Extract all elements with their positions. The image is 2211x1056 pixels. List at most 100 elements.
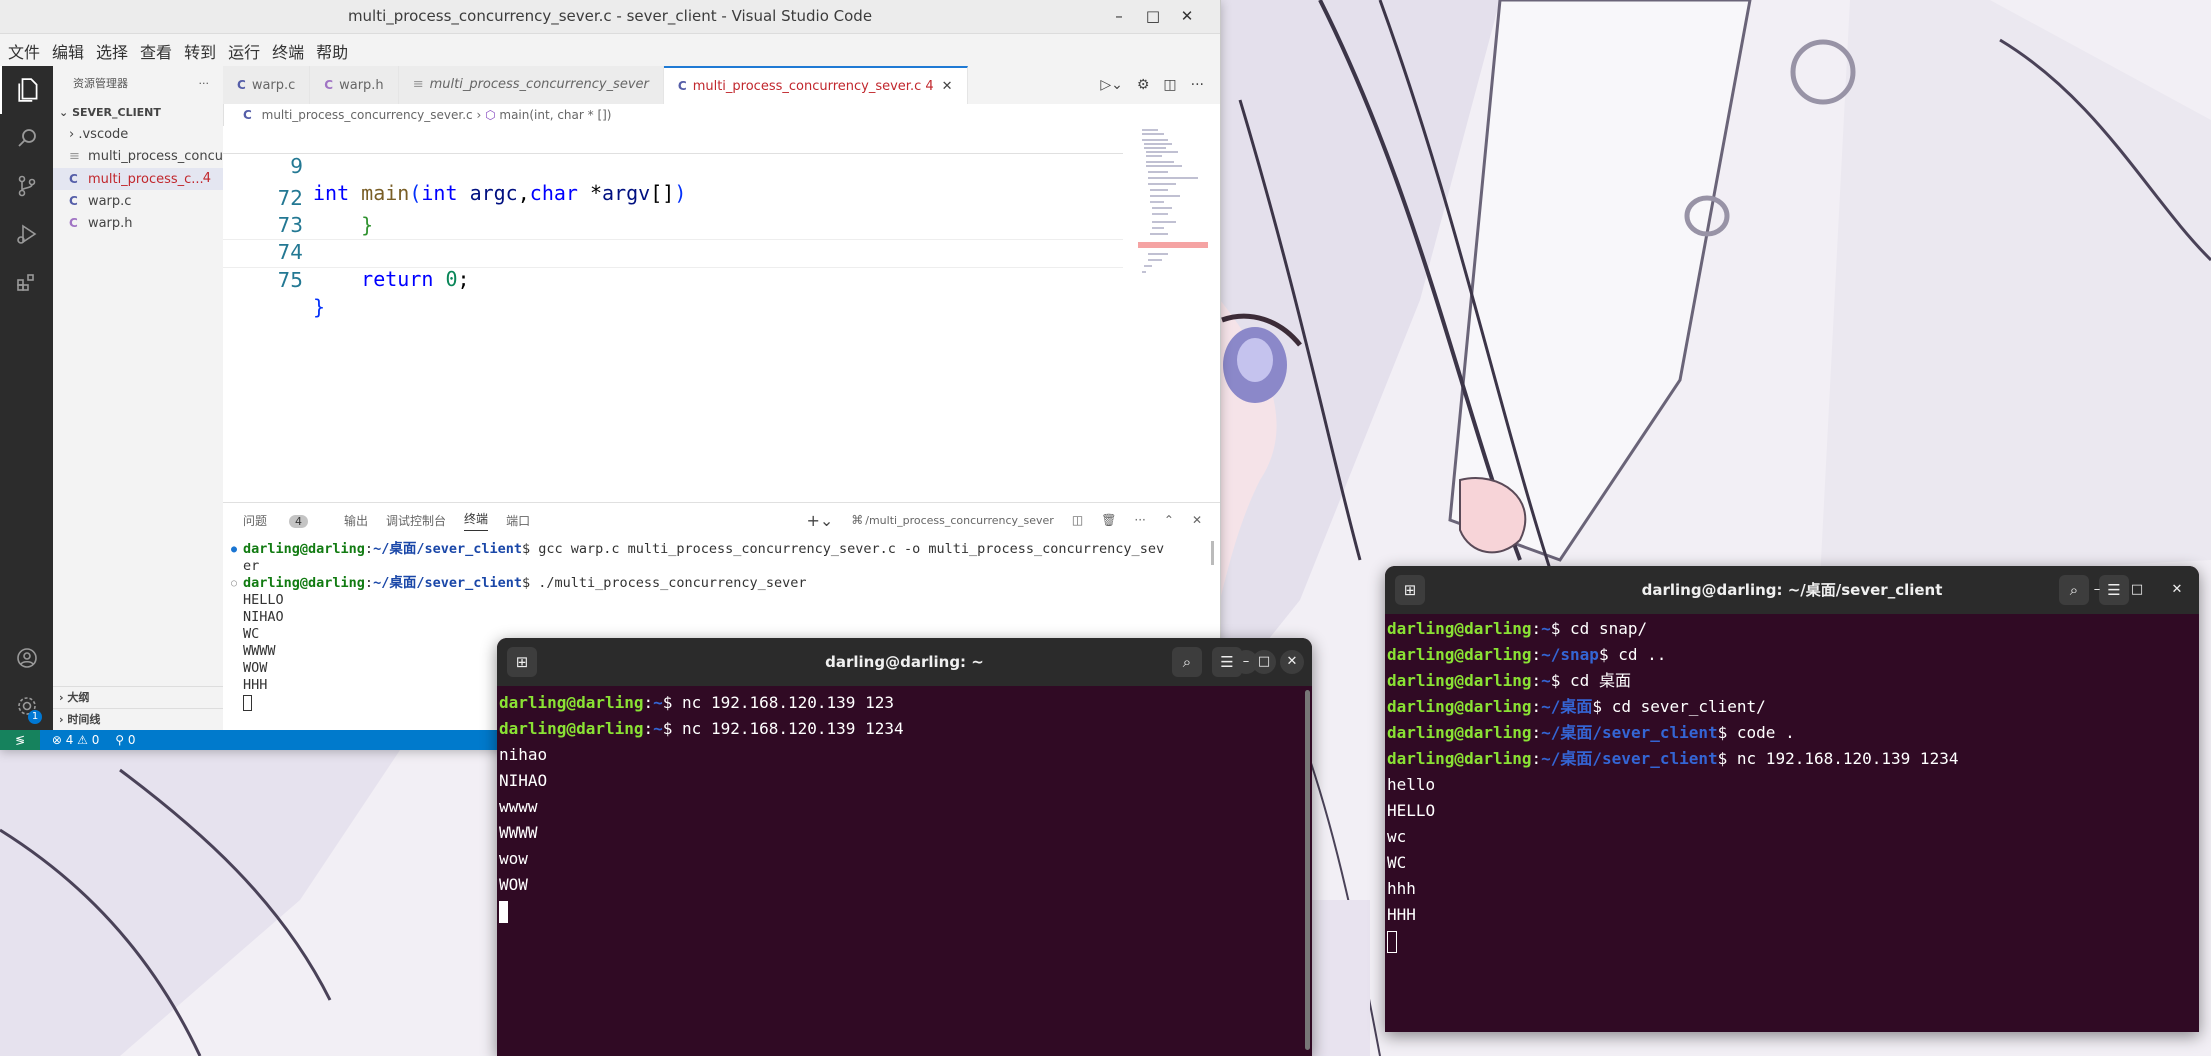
search-icon[interactable]: ⌕ bbox=[1172, 647, 1202, 677]
run-debug-icon[interactable] bbox=[0, 210, 53, 258]
split-terminal-icon[interactable]: ◫ bbox=[1072, 513, 1083, 527]
terminal-line: darling@darling:~$ cd snap/ bbox=[1387, 619, 1648, 638]
search-icon[interactable] bbox=[0, 114, 53, 162]
terminal-line: darling@darling:~$ cd 桌面 bbox=[1387, 671, 1631, 690]
terminal-title: darling@darling: ~ bbox=[825, 653, 984, 671]
circle-outline-icon: ○ bbox=[231, 578, 238, 589]
terminal-line: hhh bbox=[1387, 879, 1416, 898]
terminal-scrollbar[interactable] bbox=[1305, 690, 1310, 1050]
terminal-cursor bbox=[499, 898, 508, 924]
terminal-line: darling@darling:~/桌面/sever_client$ code … bbox=[1387, 723, 1795, 742]
tab-warp-h[interactable]: Cwarp.h bbox=[310, 66, 399, 104]
terminal-name[interactable]: /multi_process_concurrency_sever bbox=[865, 514, 1054, 527]
minimap[interactable] bbox=[1138, 126, 1208, 286]
tab-ports[interactable]: 端口 bbox=[506, 512, 530, 529]
c-header-icon: C bbox=[324, 78, 334, 92]
window-titlebar: multi_process_concurrency_sever.c - seve… bbox=[0, 0, 1220, 34]
terminal-icon: ⌘ bbox=[851, 513, 864, 527]
explorer-icon[interactable] bbox=[0, 66, 55, 114]
menu-run[interactable]: 运行 bbox=[228, 39, 260, 63]
minimize-button[interactable]: – bbox=[1102, 0, 1136, 33]
tree-item-source-active[interactable]: C multi_process_c... 4 bbox=[53, 168, 223, 190]
new-terminal-icon[interactable]: +⌄ bbox=[806, 511, 833, 530]
close-button[interactable]: ✕ bbox=[2165, 578, 2189, 602]
code-line-current: 75 } bbox=[223, 239, 1123, 319]
maximize-button[interactable]: □ bbox=[2125, 578, 2149, 602]
chevron-right-icon: › bbox=[59, 691, 64, 704]
chevron-up-icon[interactable]: ⌃ bbox=[1164, 513, 1174, 527]
terminal-line: darling@darling:~/桌面$ cd sever_client/ bbox=[1387, 697, 1766, 716]
timeline-section[interactable]: › 时间线 bbox=[53, 708, 223, 731]
menu-terminal[interactable]: 终端 bbox=[272, 39, 304, 63]
terminal-line: ● darling@darling:~/桌面/sever_client$ gcc … bbox=[231, 541, 1165, 557]
terminal-line: er bbox=[243, 558, 260, 574]
tree-item-warp-c[interactable]: C warp.c bbox=[53, 190, 223, 212]
chevron-right-icon: › bbox=[476, 108, 486, 122]
source-control-icon[interactable] bbox=[0, 162, 53, 210]
close-tab-icon[interactable]: ✕ bbox=[942, 79, 953, 94]
tab-terminal[interactable]: 终端 bbox=[464, 510, 489, 531]
menu-view[interactable]: 查看 bbox=[140, 39, 172, 63]
outline-section[interactable]: › 大纲 bbox=[53, 686, 223, 709]
tab-binary[interactable]: ≡ multi_process_concurrency_sever bbox=[398, 66, 664, 104]
close-button[interactable]: ✕ bbox=[1170, 0, 1204, 33]
more-actions-icon[interactable]: ··· bbox=[1134, 513, 1145, 527]
panel-tabs: 问题 4 输出 调试控制台 终端 端口 +⌄ ⌘ /multi_process_c… bbox=[223, 503, 1220, 537]
terminal-line: nihao bbox=[499, 745, 548, 764]
close-panel-icon[interactable]: ✕ bbox=[1192, 513, 1202, 527]
symbol-method-icon: ⬡ bbox=[485, 108, 496, 122]
file-icon: ≡ bbox=[412, 77, 424, 92]
extensions-icon[interactable] bbox=[0, 258, 53, 306]
run-file-icon[interactable]: ▷⌄ bbox=[1100, 77, 1123, 93]
ports-status[interactable]: ⚲ 0 bbox=[115, 733, 135, 747]
breadcrumb-symbol[interactable]: main(int, char * []) bbox=[499, 108, 611, 122]
maximize-button[interactable]: □ bbox=[1252, 650, 1276, 674]
explorer-root-folder[interactable]: ⌄ SEVER_CLIENT bbox=[53, 102, 223, 124]
tab-warp-c[interactable]: Cwarp.c bbox=[223, 66, 311, 104]
menu-selection[interactable]: 选择 bbox=[96, 39, 128, 63]
chevron-right-icon: › bbox=[59, 713, 64, 726]
menu-go[interactable]: 转到 bbox=[184, 39, 216, 63]
terminal-line: wwww bbox=[499, 797, 538, 816]
panel-scrollbar[interactable] bbox=[1211, 541, 1214, 565]
menu-edit[interactable]: 编辑 bbox=[52, 39, 84, 63]
menu-file[interactable]: 文件 bbox=[8, 39, 40, 63]
c-file-icon: C bbox=[237, 78, 246, 92]
tab-source-active[interactable]: Cmulti_process_concurrency_sever.c 4 ✕ bbox=[663, 66, 968, 104]
remote-icon[interactable]: ≶ bbox=[0, 730, 40, 750]
editor-settings-icon[interactable]: ⚙ bbox=[1137, 77, 1150, 93]
tab-problems[interactable]: 问题 4 bbox=[243, 512, 326, 529]
split-editor-icon[interactable]: ◫ bbox=[1163, 77, 1176, 93]
tree-item-warp-h[interactable]: C warp.h bbox=[53, 212, 223, 234]
terminal-line: HELLO bbox=[243, 592, 284, 608]
terminal-line: WC bbox=[243, 626, 260, 642]
tree-item-binary[interactable]: ≡ multi_process_concu... bbox=[53, 146, 223, 168]
new-tab-icon[interactable]: ⊞ bbox=[1395, 575, 1425, 605]
more-actions-icon[interactable]: ··· bbox=[199, 66, 210, 102]
problem-count: 4 bbox=[202, 171, 211, 186]
circle-filled-icon: ● bbox=[231, 544, 238, 555]
settings-gear-icon[interactable]: 1 bbox=[0, 682, 53, 730]
terminal-cursor bbox=[1387, 928, 1397, 954]
terminal-line: wow bbox=[499, 849, 528, 868]
terminal-line: wc bbox=[1387, 827, 1407, 846]
activity-bar: 1 bbox=[0, 66, 53, 730]
trash-icon[interactable]: 🗑 bbox=[1101, 513, 1116, 527]
menu-help[interactable]: 帮助 bbox=[316, 39, 348, 63]
breadcrumb-file[interactable]: multi_process_concurrency_sever.c bbox=[262, 108, 473, 122]
explorer-header: 资源管理器 bbox=[73, 77, 128, 90]
code-line: 74 return 0; bbox=[277, 240, 470, 291]
problems-status[interactable]: ⊗ 4 ⚠ 0 bbox=[52, 733, 100, 747]
maximize-button[interactable]: □ bbox=[1136, 0, 1170, 33]
terminal-cursor bbox=[243, 695, 252, 716]
tree-item-vscode[interactable]: › .vscode bbox=[53, 124, 223, 146]
code-line: 9 int main(int argc,char *argv[]) bbox=[290, 154, 687, 205]
accounts-icon[interactable] bbox=[0, 634, 53, 682]
new-tab-icon[interactable]: ⊞ bbox=[507, 647, 537, 677]
tab-output[interactable]: 输出 bbox=[344, 512, 368, 529]
tab-debug-console[interactable]: 调试控制台 bbox=[386, 512, 446, 529]
minimize-button[interactable]: – bbox=[2085, 578, 2109, 602]
close-button[interactable]: ✕ bbox=[1280, 650, 1304, 674]
more-actions-icon[interactable]: ··· bbox=[1191, 77, 1204, 93]
code-editor[interactable]: 9 int main(int argc,char *argv[]) 72 } 7… bbox=[223, 126, 1220, 502]
